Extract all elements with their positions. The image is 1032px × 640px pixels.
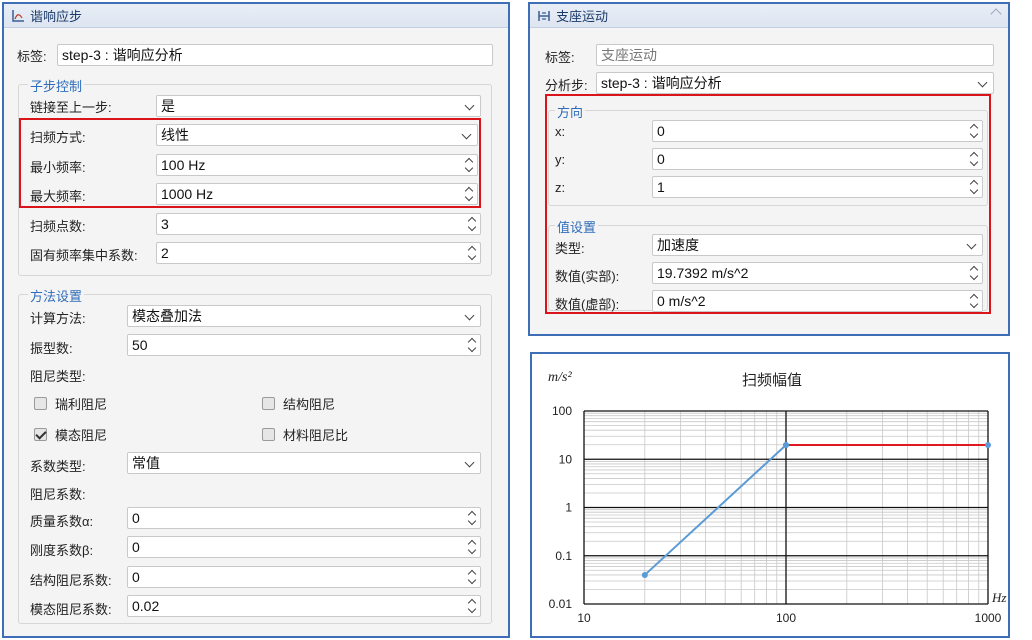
struct-coef-input[interactable]: 0 <box>127 566 481 588</box>
checkbox-box[interactable] <box>34 397 47 410</box>
x-tick-label: 10 <box>577 611 591 625</box>
modal-checkbox[interactable]: 模态阻尼 <box>34 425 107 444</box>
modal-label: 模态阻尼 <box>55 428 108 443</box>
calc-method-label: 计算方法: <box>30 311 86 326</box>
chart-svg: 10 100 1000 100 10 1 0.1 0.01 扫频幅值 m/s² Hz <box>548 370 1006 625</box>
chart-title: 扫频幅值 <box>742 372 802 389</box>
structural-label: 结构阻尼 <box>283 397 336 412</box>
x-tick-label: 1000 <box>975 611 1002 625</box>
modal-coef-value: 0.02 <box>132 598 160 614</box>
checkbox-box[interactable] <box>262 428 275 441</box>
tag-input[interactable]: step-3 : 谐响应分析 <box>57 44 493 66</box>
analysis-step-select[interactable]: step-3 : 谐响应分析 <box>596 72 994 94</box>
structural-checkbox[interactable]: 结构阻尼 <box>262 394 335 413</box>
damping-type-label: 阻尼类型: <box>30 369 86 384</box>
panel-header: 谐响应步 <box>4 4 508 28</box>
beta-label: 刚度系数β: <box>30 543 94 558</box>
struct-coef-value: 0 <box>132 569 140 585</box>
alpha-label: 质量系数α: <box>30 514 94 529</box>
rayleigh-label: 瑞利阻尼 <box>55 397 108 412</box>
beta-value: 0 <box>132 539 140 555</box>
analysis-step-label: 分析步: <box>545 78 588 93</box>
bias-input[interactable]: 2 <box>156 242 481 264</box>
spinner-icon[interactable] <box>467 509 477 527</box>
y-tick-label: 100 <box>552 404 572 418</box>
tag-input[interactable]: 支座运动 <box>596 44 994 66</box>
sweep-amplitude-chart: 10 100 1000 100 10 1 0.1 0.01 扫频幅值 m/s² Hz <box>530 352 1010 638</box>
spinner-icon[interactable] <box>467 538 477 556</box>
spinner-icon[interactable] <box>467 336 477 354</box>
coef-type-label: 系数类型: <box>30 459 86 474</box>
link-prev-label: 链接至上一步: <box>30 100 112 115</box>
alpha-value: 0 <box>132 510 140 526</box>
modes-label: 振型数: <box>30 341 73 356</box>
modal-coef-input[interactable]: 0.02 <box>127 595 481 617</box>
method-group-title: 方法设置 <box>28 286 85 305</box>
bias-value: 2 <box>161 245 169 261</box>
panel-header: 支座运动 <box>530 4 1008 28</box>
y-tick-label: 0.1 <box>555 549 572 563</box>
sweep-points-input[interactable]: 3 <box>156 213 481 235</box>
highlight-box-support <box>545 94 991 314</box>
material-label: 材料阻尼比 <box>283 428 349 443</box>
sweep-points-value: 3 <box>161 216 169 232</box>
coef-type-select[interactable]: 常值 <box>127 452 481 474</box>
material-checkbox[interactable]: 材料阻尼比 <box>262 425 348 444</box>
data-point <box>783 442 789 449</box>
highlight-box-sweep <box>19 118 481 208</box>
collapse-icon[interactable] <box>990 8 1002 20</box>
beta-input[interactable]: 0 <box>127 536 481 558</box>
checkbox-box-checked[interactable] <box>34 428 47 441</box>
y-tick-label: 10 <box>559 452 573 466</box>
calc-method-select[interactable]: 模态叠加法 <box>127 305 481 327</box>
tag-label: 标签: <box>17 49 47 64</box>
bias-label: 固有频率集中系数: <box>30 248 138 263</box>
struct-coef-label: 结构阻尼系数: <box>30 573 112 588</box>
sweep-points-label: 扫频点数: <box>30 219 86 234</box>
step-icon <box>10 8 26 24</box>
data-point <box>985 442 991 449</box>
support-icon <box>536 8 552 24</box>
damping-coef-label: 阻尼系数: <box>30 487 86 502</box>
spinner-icon[interactable] <box>467 215 477 233</box>
x-axis-label: Hz <box>991 590 1006 605</box>
modal-coef-label: 模态阻尼系数: <box>30 602 112 617</box>
rayleigh-checkbox[interactable]: 瑞利阻尼 <box>34 394 107 413</box>
checkbox-box[interactable] <box>262 397 275 410</box>
substep-group-title: 子步控制 <box>28 76 85 95</box>
modes-value: 50 <box>132 337 148 353</box>
spinner-icon[interactable] <box>467 244 477 262</box>
y-axis-label: m/s² <box>548 370 572 385</box>
panel-title: 支座运动 <box>556 9 609 24</box>
y-tick-label: 1 <box>565 501 572 515</box>
modes-input[interactable]: 50 <box>127 334 481 356</box>
alpha-input[interactable]: 0 <box>127 507 481 529</box>
y-tick-label: 0.01 <box>549 597 573 611</box>
spinner-icon[interactable] <box>467 597 477 615</box>
link-prev-select[interactable]: 是 <box>156 95 481 117</box>
data-point <box>641 571 648 578</box>
tag-label: 标签: <box>545 50 575 65</box>
panel-title: 谐响应步 <box>30 9 83 24</box>
spinner-icon[interactable] <box>467 568 477 586</box>
x-tick-label: 100 <box>776 611 796 625</box>
